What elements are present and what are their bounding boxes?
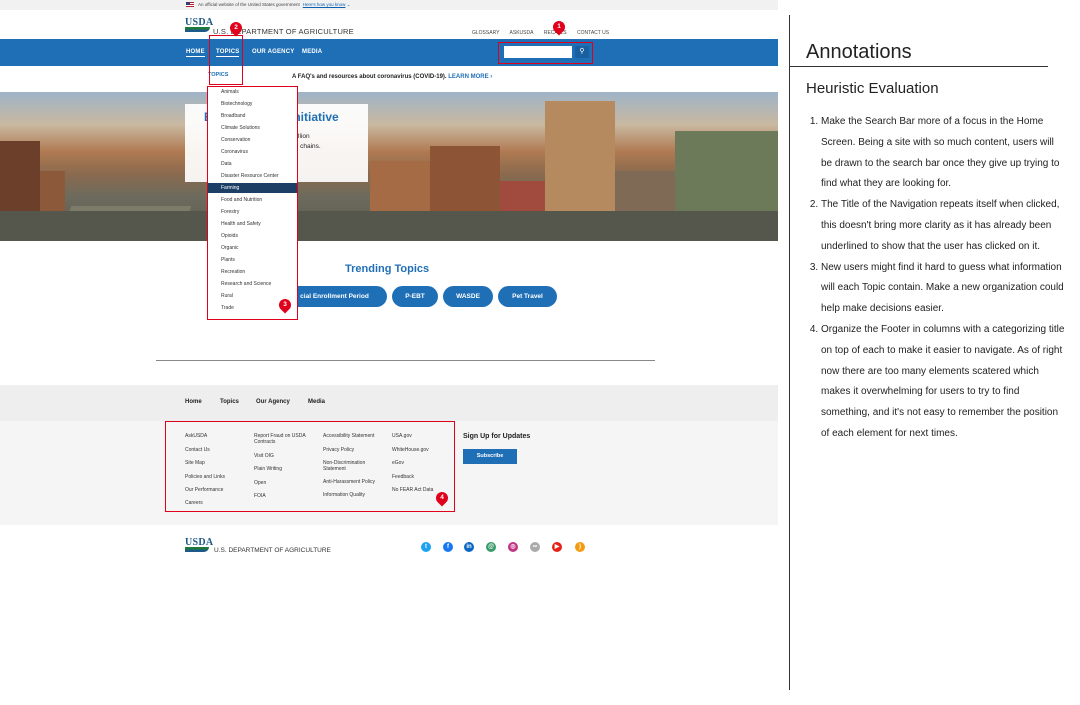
- annotation-box-footer: [165, 421, 455, 512]
- usda-logo-text: USDA: [185, 17, 214, 28]
- nav-home[interactable]: HOME: [186, 49, 205, 57]
- alert-text: A FAQ's and resources about coronavirus …: [292, 74, 447, 80]
- flickr-icon[interactable]: ••: [530, 542, 540, 552]
- annotation-item-4: Organize the Footer in columns with a ca…: [821, 320, 1067, 445]
- linkedin-icon[interactable]: in: [464, 542, 474, 552]
- trending-pill-pebt[interactable]: P-EBT: [392, 286, 438, 307]
- annotation-marker-3: 3: [283, 301, 287, 308]
- footer-nav: [0, 385, 778, 421]
- covid-alert: A FAQ's and resources about coronavirus …: [292, 74, 492, 80]
- trending-pill-wasde[interactable]: WASDE: [443, 286, 493, 307]
- contact-us-link[interactable]: CONTACT US: [577, 30, 609, 36]
- heuristic-evaluation-title: Heuristic Evaluation: [806, 80, 939, 97]
- footer-usda-logo[interactable]: USDA: [185, 537, 214, 552]
- annotations-rule: [790, 66, 1048, 67]
- utility-nav: GLOSSARY ASKUSDA RECALLS CONTACT US: [472, 30, 618, 36]
- panel-divider: [789, 15, 790, 690]
- twitter-icon[interactable]: t: [421, 542, 431, 552]
- annotations-title: Annotations: [806, 41, 912, 63]
- annotation-item-2: The Title of the Navigation repeats itse…: [821, 195, 1067, 257]
- footer-nav-home[interactable]: Home: [185, 399, 202, 405]
- instagram-icon[interactable]: ◎: [508, 542, 518, 552]
- nav-our-agency[interactable]: OUR AGENCY: [252, 49, 294, 55]
- trending-pill-pet-travel[interactable]: Pet Travel: [498, 286, 557, 307]
- footer-nav-topics[interactable]: Topics: [220, 399, 239, 405]
- us-flag-icon: [186, 2, 194, 8]
- footer-nav-media[interactable]: Media: [308, 399, 325, 405]
- annotation-marker-1: 1: [557, 23, 561, 30]
- footer-logo-text: USDA: [185, 537, 214, 548]
- email-icon[interactable]: @: [486, 542, 496, 552]
- hero-image: [0, 92, 778, 241]
- chevron-down-icon: ⌄: [345, 2, 351, 7]
- learn-more-link[interactable]: LEARN MORE ›: [448, 74, 492, 80]
- divider: [156, 360, 655, 361]
- annotation-box-topics: [209, 35, 243, 85]
- trending-topics-title: Trending Topics: [345, 263, 430, 275]
- footer-department-name: U.S. DEPARTMENT OF AGRICULTURE: [214, 547, 331, 554]
- annotation-box-search: [498, 42, 593, 64]
- youtube-icon[interactable]: ▶: [552, 542, 562, 552]
- rss-icon[interactable]: ): [575, 542, 585, 552]
- annotation-list: Make the Search Bar more of a focus in t…: [806, 112, 1067, 445]
- annotation-marker-4: 4: [440, 494, 444, 501]
- main-nav: [0, 39, 778, 66]
- glossary-link[interactable]: GLOSSARY: [472, 30, 499, 36]
- askusda-link[interactable]: ASKUSDA: [510, 30, 534, 36]
- signup-heading: Sign Up for Updates: [463, 433, 531, 440]
- annotation-item-1: Make the Search Bar more of a focus in t…: [821, 112, 1067, 195]
- annotation-item-3: New users might find it hard to guess wh…: [821, 258, 1067, 320]
- facebook-icon[interactable]: f: [443, 542, 453, 552]
- nav-media[interactable]: MEDIA: [302, 49, 322, 55]
- gov-banner: An official website of the United States…: [0, 0, 778, 10]
- footer-nav-our-agency[interactable]: Our Agency: [256, 399, 290, 405]
- annotation-marker-2: 2: [234, 24, 238, 31]
- subscribe-button[interactable]: Subscribe: [463, 449, 517, 464]
- usda-logo[interactable]: USDA: [185, 17, 214, 32]
- annotation-box-dropdown: [207, 86, 298, 320]
- gov-banner-text: An official website of the United States…: [198, 2, 300, 7]
- heres-how-link[interactable]: Here's how you know: [303, 2, 346, 7]
